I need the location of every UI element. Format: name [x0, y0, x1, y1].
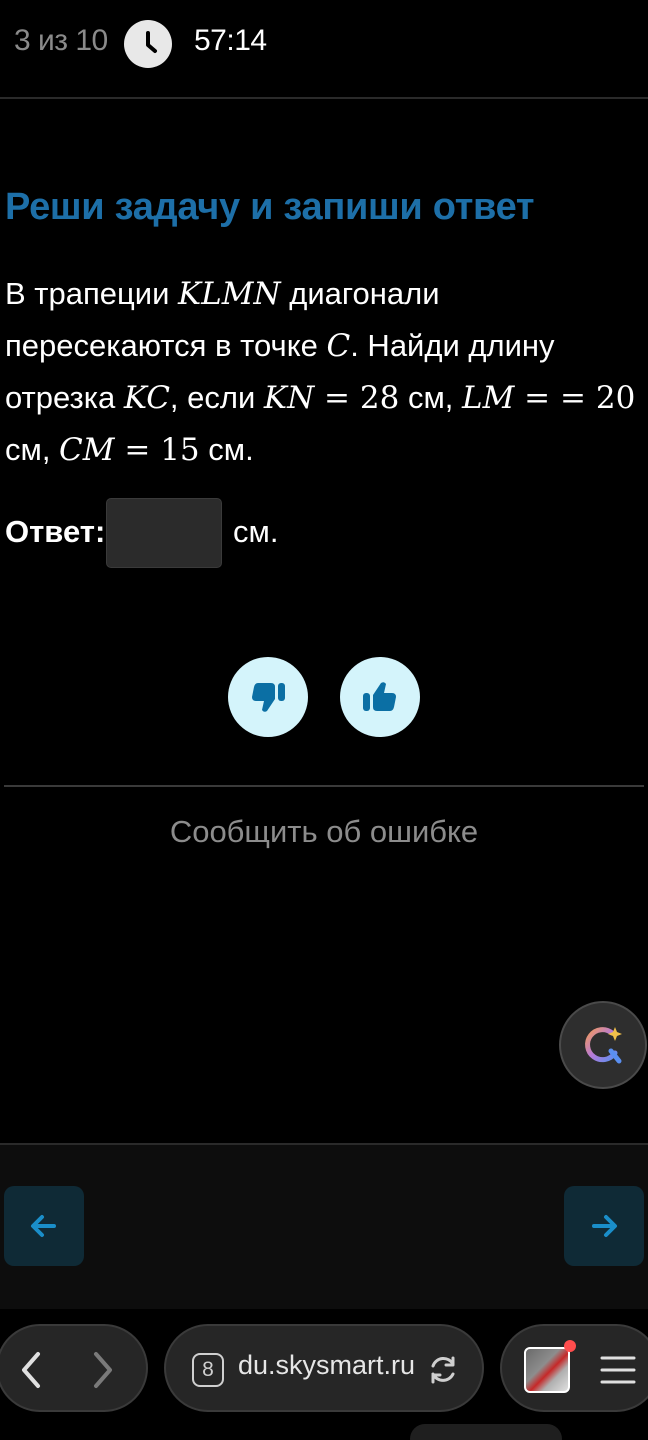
unit-text: см.	[199, 432, 254, 467]
countdown-timer: 57:14	[194, 24, 267, 57]
report-error-link[interactable]: Сообщить об ошибке	[0, 814, 648, 850]
top-bar: 3 из 10 57:14	[0, 0, 648, 99]
tab-thumbnail[interactable]	[524, 1347, 570, 1393]
back-forward-group	[0, 1324, 148, 1412]
answer-unit: см.	[233, 514, 279, 549]
dislike-button[interactable]	[228, 657, 308, 737]
task-text-part: , если	[169, 380, 264, 415]
math-c: C	[326, 328, 351, 364]
tabs-menu-group	[500, 1324, 648, 1412]
question-counter: 3 из 10	[14, 24, 108, 57]
reload-icon[interactable]	[426, 1353, 460, 1392]
clock-icon	[124, 20, 172, 68]
answer-input[interactable]	[106, 498, 222, 568]
like-button[interactable]	[340, 657, 420, 737]
next-task-button[interactable]	[564, 1186, 644, 1266]
arrow-right-icon	[592, 1215, 617, 1237]
ai-assistant-button[interactable]	[559, 1001, 647, 1089]
answer-label: Ответ:	[5, 514, 106, 549]
math-cm-value: = 15	[114, 432, 200, 468]
task-text-part: В трапеции	[5, 276, 178, 311]
home-indicator	[410, 1424, 562, 1440]
arrow-left-icon	[31, 1215, 56, 1237]
math-lm: LM	[462, 380, 515, 416]
divider	[4, 785, 644, 787]
hamburger-menu-icon[interactable]	[600, 1352, 636, 1393]
math-klmn: KLMN	[178, 276, 281, 312]
math-kn: KN	[263, 380, 315, 416]
thumbs-down-icon	[252, 683, 285, 712]
task-title: Реши задачу и запиши ответ	[5, 186, 535, 228]
task-statement: В трапеции KLMN диагонали пересекаются в…	[5, 268, 645, 476]
unit-text: см,	[399, 380, 462, 415]
unit-text: см,	[5, 432, 60, 467]
thumbs-up-icon	[363, 682, 396, 711]
previous-task-button[interactable]	[4, 1186, 84, 1266]
address-bar[interactable]: 8 du.skysmart.ru	[164, 1324, 484, 1412]
url-text[interactable]: du.skysmart.ru	[238, 1350, 415, 1381]
chevron-left-icon[interactable]	[16, 1348, 48, 1397]
tab-count-badge[interactable]: 8	[192, 1353, 224, 1387]
chevron-right-icon[interactable]	[86, 1348, 118, 1397]
browser-toolbar: 8 du.skysmart.ru	[0, 1309, 648, 1440]
math-kc: KC	[123, 380, 170, 416]
math-kn-value: = 28	[314, 380, 400, 416]
notification-dot	[564, 1340, 576, 1352]
math-cm: CM	[59, 432, 115, 468]
math-lm-value: = = 20	[514, 380, 636, 416]
task-navigation	[0, 1143, 648, 1309]
ai-assistant-icon	[585, 1027, 622, 1064]
